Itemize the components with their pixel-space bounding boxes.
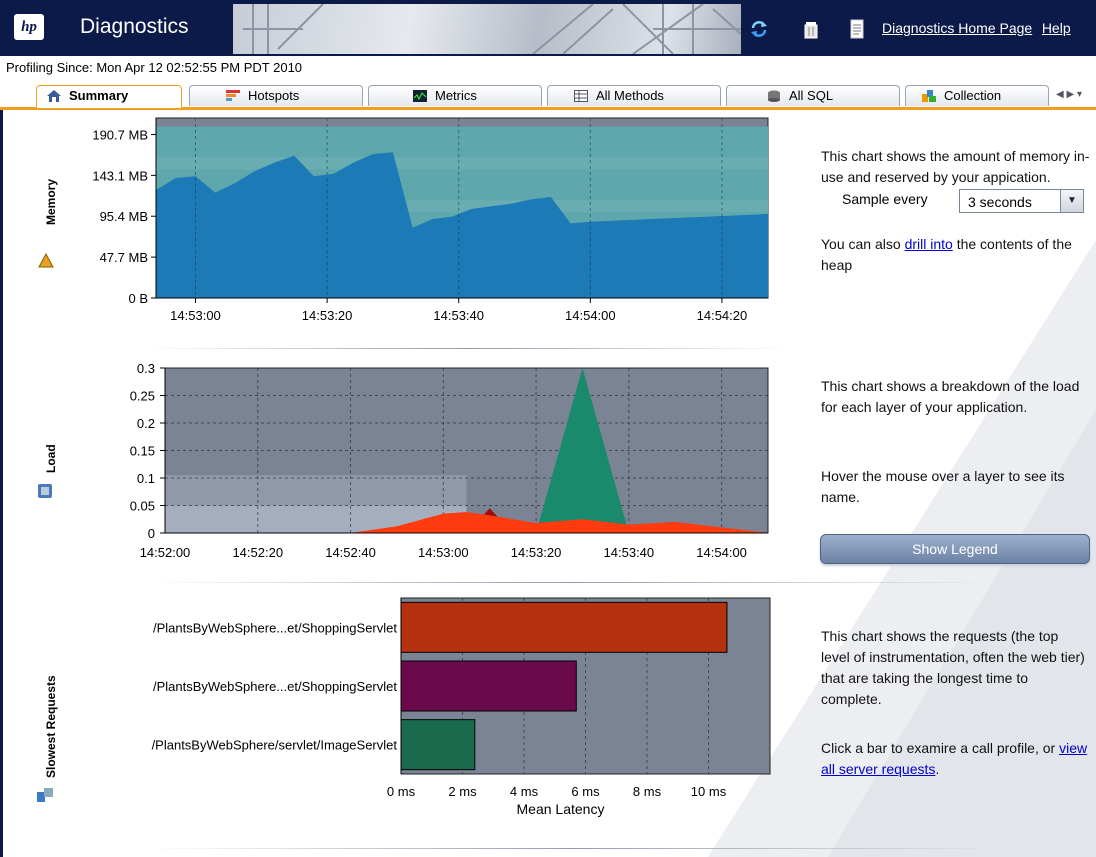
tab-all-sql[interactable]: All SQL (726, 85, 900, 106)
tab-collection[interactable]: Collection (905, 85, 1049, 106)
tab-scroll-arrows-icon[interactable]: ◀ ▶ ▾ (1056, 89, 1082, 100)
help-link[interactable]: Help (1042, 20, 1071, 36)
memory-x-tick-label: 14:53:20 (302, 308, 353, 323)
memory-drill-text: You can also drill into the contents of … (821, 236, 1072, 273)
load-x-tick-label: 14:52:00 (140, 545, 191, 560)
request-bar (400, 601, 728, 653)
hotspots-icon (226, 90, 240, 101)
tab-metrics-label: Metrics (435, 88, 477, 103)
memory-y-tick-label: 47.7 MB (100, 250, 148, 265)
load-x-tick-label: 14:52:40 (325, 545, 376, 560)
memory-x-tick-label: 14:54:20 (697, 308, 748, 323)
memory-y-tick-label: 190.7 MB (92, 128, 148, 143)
requests-x-tick-label: 8 ms (633, 784, 662, 799)
request-bar-label: /PlantsByWebSphere/servlet/ImageServlet (152, 738, 398, 753)
load-y-tick-label: 0.3 (137, 361, 155, 376)
load-x-tick-label: 14:52:20 (232, 545, 283, 560)
requests-description: This chart shows the requests (the top l… (821, 628, 1085, 707)
app-header: hp Diagnostics Diagnostics Home Page Hel… (0, 0, 1096, 58)
tab-collection-label: Collection (944, 88, 1002, 103)
drill-into-link[interactable]: drill into (905, 236, 953, 252)
load-x-tick-label: 14:54:00 (696, 545, 747, 560)
load-y-tick-label: 0 (148, 526, 155, 541)
sample-every-label: Sample every (842, 191, 928, 207)
metrics-icon (413, 90, 427, 102)
left-border (0, 110, 8, 857)
load-description: This chart shows a breakdown of the load… (821, 378, 1080, 415)
load-hover-hint: Hover the mouse over a layer to see its … (821, 468, 1065, 505)
requests-x-tick-label: 0 ms (387, 784, 416, 799)
load-y-tick-label: 0.15 (130, 444, 155, 459)
request-bar (400, 660, 577, 712)
diagnostics-home-link[interactable]: Diagnostics Home Page (882, 20, 1032, 36)
trash-icon[interactable] (800, 18, 822, 40)
table-icon (574, 90, 588, 102)
profiling-since-text: Profiling Since: Mon Apr 12 02:52:55 PM … (6, 60, 303, 75)
chevron-down-icon[interactable]: ▼ (1060, 190, 1083, 212)
requests-x-tick-label: 6 ms (571, 784, 600, 799)
banner-image (233, 4, 741, 54)
requests-x-tick-label: 4 ms (510, 784, 539, 799)
load-chart[interactable]: 14:52:00 14:52:20 14:52:40 14:53:00 14:53:20… (8, 355, 808, 575)
memory-x-tick-label: 14:53:40 (433, 308, 484, 323)
load-x-tick-label: 14:53:20 (511, 545, 562, 560)
request-bar (400, 719, 476, 771)
load-x-tick-label: 14:53:00 (418, 545, 469, 560)
load-y-tick-label: 0.05 (130, 499, 155, 514)
document-icon[interactable] (846, 18, 868, 40)
section-divider (148, 582, 998, 583)
home-icon (47, 90, 61, 102)
requests-chart[interactable]: 0 ms 2 ms 4 ms 6 ms 8 ms 10 ms Mean Latency/Pl… (8, 590, 808, 840)
show-legend-button[interactable]: Show Legend (820, 534, 1090, 564)
load-x-tick-label: 14:53:40 (604, 545, 655, 560)
request-bar-label: /PlantsByWebSphere...et/ShoppingServlet (153, 679, 397, 694)
load-y-tick-label: 0.25 (130, 389, 155, 404)
load-y-tick-label: 0.2 (137, 416, 155, 431)
memory-chart[interactable]: 14:53:00 14:53:20 14:53:40 14:54:00 14:54:20… (8, 110, 808, 350)
load-y-tick-label: 0.1 (137, 471, 155, 486)
request-bar-label: /PlantsByWebSphere...et/ShoppingServlet (153, 620, 397, 635)
tab-metrics[interactable]: Metrics (368, 85, 542, 106)
tab-hotspots-label: Hotspots (248, 88, 300, 103)
memory-band (156, 157, 768, 170)
section-divider (148, 848, 998, 849)
memory-x-tick-label: 14:54:00 (565, 308, 616, 323)
tab-all-methods-label: All Methods (596, 88, 664, 103)
tab-all-sql-label: All SQL (789, 88, 834, 103)
memory-y-tick-label: 0 B (128, 291, 148, 306)
tab-hotspots[interactable]: Hotspots (189, 85, 363, 106)
memory-x-tick-label: 14:53:00 (170, 308, 221, 323)
app-title: Diagnostics (80, 15, 189, 38)
summary-panel: Memory Load Slowest Requests 14:53:00 14:… (8, 110, 1096, 857)
memory-y-tick-label: 143.1 MB (92, 168, 148, 183)
collection-icon (922, 90, 936, 102)
requests-click-hint: Click a bar to examire a call profile, o… (821, 740, 1088, 777)
requests-x-tick-label: 10 ms (691, 784, 727, 799)
sample-interval-value: 3 seconds (968, 194, 1032, 210)
tab-bar: Summary Hotspots Metrics All Methods All… (0, 83, 1096, 110)
refresh-icon[interactable] (748, 18, 770, 40)
sample-interval-select[interactable]: 3 seconds ▼ (959, 189, 1084, 213)
requests-x-axis-label: Mean Latency (517, 801, 605, 817)
memory-y-tick-label: 95.4 MB (100, 209, 148, 224)
memory-description: This chart shows the amount of memory in… (821, 148, 1090, 185)
requests-x-tick-label: 2 ms (448, 784, 477, 799)
hp-logo: hp (14, 14, 44, 40)
section-divider (148, 348, 788, 349)
database-icon (768, 90, 780, 102)
tab-summary[interactable]: Summary (36, 85, 182, 108)
tab-all-methods[interactable]: All Methods (547, 85, 721, 106)
tab-summary-label: Summary (69, 88, 129, 103)
